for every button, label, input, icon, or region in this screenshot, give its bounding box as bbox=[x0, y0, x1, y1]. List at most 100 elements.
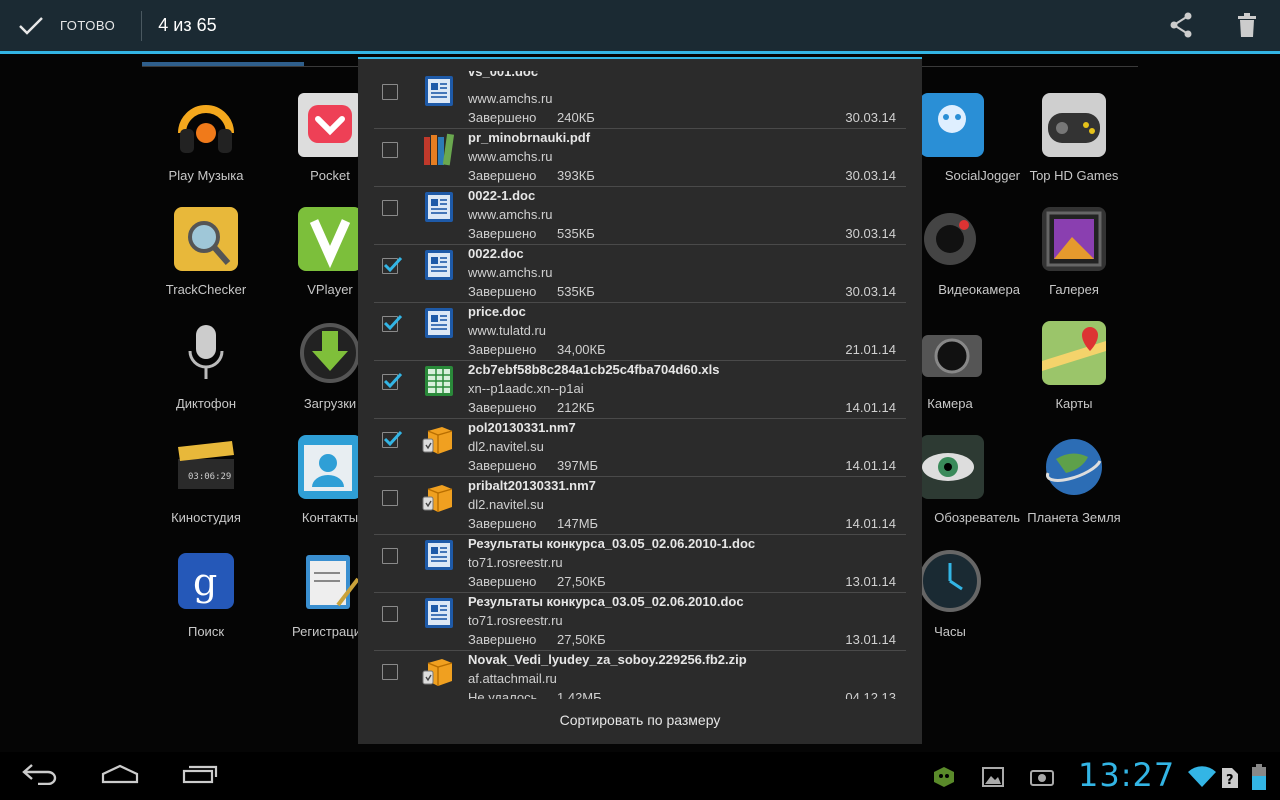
select-checkbox[interactable] bbox=[382, 84, 398, 100]
download-row[interactable]: vs_001.doc www.amchs.ru Завершено 240КБ 30.0… bbox=[374, 71, 906, 129]
system-bar: 13:27 ? bbox=[0, 752, 1280, 800]
download-status: Завершено bbox=[468, 110, 537, 125]
app-dictaphone[interactable]: Диктофон bbox=[136, 321, 276, 421]
no-sim-icon[interactable]: ? bbox=[1222, 766, 1238, 793]
downloads-list[interactable]: vs_001.doc www.amchs.ru Завершено 240КБ 30.0… bbox=[374, 71, 906, 699]
sort-by-size-button[interactable]: Сортировать по размеру bbox=[358, 696, 922, 744]
headphones-icon bbox=[174, 93, 238, 157]
file-name: Novak_Vedi_lyudey_za_soboy.229256.fb2.zi… bbox=[468, 652, 747, 667]
magnifier-box-icon bbox=[174, 207, 238, 271]
pdf-file-icon bbox=[422, 131, 456, 167]
battery-icon[interactable] bbox=[1252, 764, 1266, 795]
download-status: Завершено bbox=[468, 458, 537, 473]
checkmark-icon bbox=[18, 16, 44, 36]
app-label: Play Музыка bbox=[168, 168, 244, 183]
download-row[interactable]: Результаты конкурса_03.05_02.06.2010-1.d… bbox=[374, 535, 906, 593]
gamepad-icon bbox=[1042, 93, 1106, 157]
document-file-icon bbox=[422, 189, 456, 225]
file-host: dl2.navitel.su bbox=[468, 497, 544, 512]
document-file-icon bbox=[422, 73, 456, 109]
selection-count: 4 из 65 bbox=[158, 15, 217, 35]
download-status: Завершено bbox=[468, 574, 537, 589]
select-checkbox[interactable] bbox=[382, 314, 403, 332]
download-row[interactable]: pr_minobrnauki.pdf www.amchs.ru Завершено 3… bbox=[374, 129, 906, 187]
share-button[interactable] bbox=[1148, 0, 1214, 54]
select-checkbox[interactable] bbox=[382, 372, 403, 390]
file-size: 27,50КБ bbox=[557, 574, 606, 589]
download-date: 21.01.14 bbox=[845, 342, 896, 357]
select-checkbox[interactable] bbox=[382, 430, 403, 448]
download-row[interactable]: pol20130331.nm7 dl2.navitel.su Завершено 39… bbox=[374, 419, 906, 477]
app-maps[interactable]: Карты bbox=[1004, 321, 1144, 421]
clock-icon bbox=[918, 549, 982, 613]
app-search[interactable]: g Поиск bbox=[136, 549, 276, 649]
file-name: vs_001.doc bbox=[468, 71, 539, 79]
app-top-hd-games[interactable]: Top HD Games bbox=[1004, 93, 1144, 193]
done-label: ГОТОВО bbox=[60, 18, 116, 33]
maps-icon bbox=[1042, 321, 1106, 385]
app-gallery[interactable]: Галерея bbox=[1004, 207, 1144, 307]
socialjogger-icon bbox=[920, 93, 984, 157]
delete-button[interactable] bbox=[1214, 0, 1280, 54]
clipboard-icon bbox=[298, 549, 362, 613]
file-name: 2cb7ebf58b8c284a1cb25c4fba704d60.xls bbox=[468, 362, 720, 377]
file-host: to71.rosreestr.ru bbox=[468, 555, 563, 570]
eye-icon bbox=[920, 435, 984, 499]
download-icon bbox=[298, 321, 362, 385]
select-checkbox[interactable] bbox=[382, 548, 398, 564]
download-row[interactable]: 0022.doc www.amchs.ru Завершено 535КБ 30.03.… bbox=[374, 245, 906, 303]
app-label: Киностудия bbox=[171, 510, 241, 525]
clock[interactable]: 13:27 bbox=[1078, 756, 1175, 794]
select-checkbox[interactable] bbox=[382, 256, 403, 274]
select-checkbox[interactable] bbox=[382, 606, 398, 622]
app-trackchecker[interactable]: TrackChecker bbox=[136, 207, 276, 307]
globe-icon bbox=[1042, 435, 1106, 499]
file-host: www.amchs.ru bbox=[468, 91, 553, 106]
file-size: 535КБ bbox=[557, 284, 595, 299]
select-checkbox[interactable] bbox=[382, 200, 398, 216]
app-google-earth[interactable]: Планета Земля bbox=[1004, 435, 1144, 535]
download-row[interactable]: 2cb7ebf58b8c284a1cb25c4fba704d60.xls xn--… bbox=[374, 361, 906, 419]
file-size: 240КБ bbox=[557, 110, 595, 125]
app-label: Планета Земля bbox=[1027, 510, 1121, 525]
download-row[interactable]: price.doc www.tulatd.ru Завершено 34,00КБ 21… bbox=[374, 303, 906, 361]
share-icon bbox=[1169, 12, 1193, 43]
download-date: 14.01.14 bbox=[845, 516, 896, 531]
download-status: Завершено bbox=[468, 400, 537, 415]
select-checkbox[interactable] bbox=[382, 490, 398, 506]
app-label: Карты bbox=[1055, 396, 1093, 411]
app-label: Поиск bbox=[187, 624, 225, 639]
screen: Play Музыка Pocket SocialJogger Top HD G… bbox=[0, 0, 1280, 800]
camera-notification-icon[interactable] bbox=[1030, 768, 1054, 791]
home-icon bbox=[101, 764, 139, 789]
file-size: 147МБ bbox=[557, 516, 599, 531]
file-size: 34,00КБ bbox=[557, 342, 606, 357]
app-movie-studio[interactable]: 03:06:29 Киностудия bbox=[136, 435, 276, 535]
wifi-icon[interactable] bbox=[1188, 766, 1216, 793]
document-file-icon bbox=[422, 595, 456, 631]
file-host: to71.rosreestr.ru bbox=[468, 613, 563, 628]
file-size: 212КБ bbox=[557, 400, 595, 415]
drawer-tab-indicator bbox=[142, 62, 304, 66]
file-name: pr_minobrnauki.pdf bbox=[468, 130, 591, 145]
android-notification-icon[interactable] bbox=[932, 766, 956, 793]
back-button[interactable] bbox=[0, 752, 80, 800]
recent-apps-button[interactable] bbox=[160, 752, 240, 800]
back-icon bbox=[22, 763, 58, 790]
file-size: 393КБ bbox=[557, 168, 595, 183]
download-row[interactable]: pribalt20130331.nm7 dl2.navitel.su Заверше… bbox=[374, 477, 906, 535]
home-button[interactable] bbox=[80, 752, 160, 800]
download-row[interactable]: Результаты конкурса_03.05_02.06.2010.doc… bbox=[374, 593, 906, 651]
app-label: Top HD Games bbox=[1029, 168, 1119, 183]
contextual-action-bar: ГОТОВО 4 из 65 bbox=[0, 0, 1280, 54]
app-play-music[interactable]: Play Музыка bbox=[136, 93, 276, 193]
download-row[interactable]: Novak_Vedi_lyudey_za_soboy.229256.fb2.zi… bbox=[374, 651, 906, 699]
svg-text:?: ? bbox=[1226, 773, 1234, 788]
done-button[interactable]: ГОТОВО bbox=[0, 0, 141, 53]
select-checkbox[interactable] bbox=[382, 142, 398, 158]
select-checkbox[interactable] bbox=[382, 664, 398, 680]
file-host: af.attachmail.ru bbox=[468, 671, 557, 686]
download-row[interactable]: 0022-1.doc www.amchs.ru Завершено 535КБ 30.0… bbox=[374, 187, 906, 245]
gallery-notification-icon[interactable] bbox=[982, 767, 1004, 792]
file-name: 0022.doc bbox=[468, 246, 524, 261]
